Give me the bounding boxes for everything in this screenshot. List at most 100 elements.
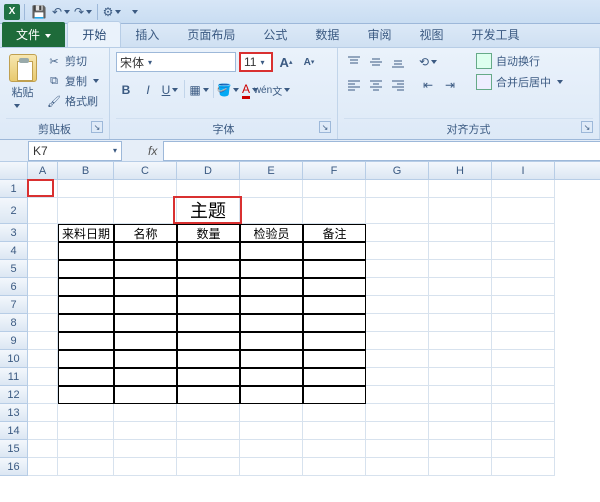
cell[interactable] — [366, 440, 429, 458]
row-header-1[interactable]: 1 — [0, 180, 28, 198]
shrink-font-button[interactable]: A▾ — [299, 52, 319, 72]
cell[interactable] — [114, 278, 177, 296]
cell[interactable] — [429, 440, 492, 458]
cell[interactable] — [492, 278, 555, 296]
cell[interactable] — [114, 350, 177, 368]
col-header-H[interactable]: H — [429, 162, 492, 179]
cell[interactable] — [114, 314, 177, 332]
cell[interactable]: 检验员 — [240, 224, 303, 242]
cell[interactable] — [366, 260, 429, 278]
cell[interactable] — [366, 350, 429, 368]
cell[interactable] — [177, 260, 240, 278]
row-header-7[interactable]: 7 — [0, 296, 28, 314]
format-painter-button[interactable]: 🖌格式刷 — [43, 92, 103, 110]
cell[interactable] — [114, 242, 177, 260]
tab-formulas[interactable]: 公式 — [249, 22, 301, 47]
col-header-E[interactable]: E — [240, 162, 303, 179]
cell[interactable] — [429, 404, 492, 422]
cell[interactable] — [240, 260, 303, 278]
cell[interactable] — [240, 332, 303, 350]
redo-button[interactable]: ↷ — [73, 2, 93, 22]
cell[interactable] — [240, 386, 303, 404]
cell[interactable] — [492, 314, 555, 332]
cell[interactable] — [177, 440, 240, 458]
cell[interactable] — [303, 350, 366, 368]
cell[interactable] — [58, 440, 114, 458]
cell[interactable] — [58, 404, 114, 422]
cell[interactable] — [492, 422, 555, 440]
cell[interactable] — [492, 350, 555, 368]
cell[interactable] — [114, 422, 177, 440]
cell[interactable] — [28, 314, 58, 332]
cell[interactable] — [58, 422, 114, 440]
cell[interactable] — [429, 278, 492, 296]
cell[interactable] — [303, 198, 366, 224]
tab-review[interactable]: 审阅 — [353, 22, 405, 47]
paste-button[interactable]: 粘贴 — [6, 52, 39, 114]
cell[interactable] — [28, 180, 58, 198]
cell[interactable] — [114, 440, 177, 458]
cell[interactable] — [28, 386, 58, 404]
qat-customize-button[interactable] — [124, 2, 144, 22]
cell[interactable] — [492, 180, 555, 198]
decrease-indent-button[interactable]: ⇤ — [418, 75, 438, 95]
row-header-12[interactable]: 12 — [0, 386, 28, 404]
row-header-8[interactable]: 8 — [0, 314, 28, 332]
cell[interactable] — [240, 198, 303, 224]
copy-button[interactable]: ⧉复制 — [43, 72, 103, 90]
cell[interactable] — [114, 198, 177, 224]
bold-button[interactable]: B — [116, 80, 136, 100]
row-header-15[interactable]: 15 — [0, 440, 28, 458]
cell[interactable] — [303, 368, 366, 386]
cell[interactable] — [429, 224, 492, 242]
cell[interactable] — [366, 386, 429, 404]
cut-button[interactable]: ✂剪切 — [43, 52, 103, 70]
cell[interactable] — [28, 198, 58, 224]
cell[interactable] — [114, 386, 177, 404]
align-bottom-button[interactable] — [388, 52, 408, 72]
cell[interactable] — [429, 350, 492, 368]
cell[interactable] — [114, 368, 177, 386]
cell[interactable] — [58, 278, 114, 296]
save-button[interactable]: 💾 — [29, 2, 49, 22]
cell[interactable] — [28, 440, 58, 458]
row-header-16[interactable]: 16 — [0, 458, 28, 476]
row-header-9[interactable]: 9 — [0, 332, 28, 350]
border-button[interactable]: ▦ — [189, 80, 209, 100]
cell[interactable] — [492, 198, 555, 224]
cell[interactable] — [240, 368, 303, 386]
cell[interactable] — [492, 260, 555, 278]
clipboard-dialog-launcher[interactable]: ↘ — [91, 121, 103, 133]
col-header-I[interactable]: I — [492, 162, 555, 179]
cell[interactable] — [114, 296, 177, 314]
cell[interactable] — [28, 350, 58, 368]
row-header-6[interactable]: 6 — [0, 278, 28, 296]
cell[interactable] — [429, 198, 492, 224]
cell[interactable] — [492, 368, 555, 386]
cell[interactable] — [114, 332, 177, 350]
cell[interactable] — [177, 242, 240, 260]
cell[interactable] — [58, 350, 114, 368]
fx-icon[interactable]: fx — [142, 144, 163, 158]
cell[interactable] — [303, 314, 366, 332]
cell[interactable] — [240, 404, 303, 422]
alignment-dialog-launcher[interactable]: ↘ — [581, 121, 593, 133]
cell[interactable] — [114, 180, 177, 198]
cell[interactable] — [28, 278, 58, 296]
cell[interactable] — [366, 458, 429, 476]
merge-center-button[interactable]: 合并后居中 — [472, 73, 567, 91]
cell[interactable] — [177, 296, 240, 314]
col-header-D[interactable]: D — [177, 162, 240, 179]
cell[interactable] — [429, 314, 492, 332]
row-header-10[interactable]: 10 — [0, 350, 28, 368]
name-box[interactable]: K7▾ — [28, 141, 122, 161]
cell[interactable] — [28, 332, 58, 350]
cell[interactable] — [28, 404, 58, 422]
cell[interactable] — [58, 296, 114, 314]
cell[interactable] — [177, 368, 240, 386]
cell[interactable] — [429, 386, 492, 404]
cell[interactable] — [366, 278, 429, 296]
row-header-5[interactable]: 5 — [0, 260, 28, 278]
cell[interactable] — [303, 386, 366, 404]
cell[interactable] — [177, 350, 240, 368]
